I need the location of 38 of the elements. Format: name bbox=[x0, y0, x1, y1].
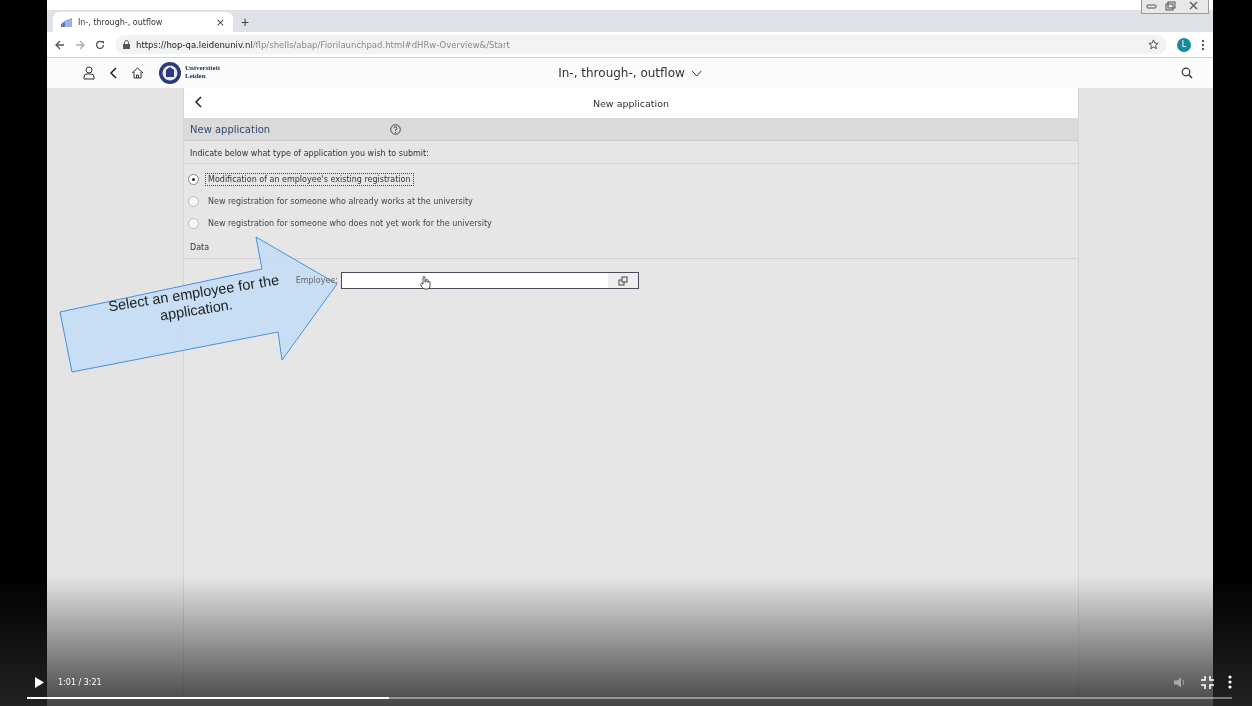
radio-option[interactable]: New registration for someone who does not yet work for the university bbox=[188, 212, 1078, 234]
new-tab-button[interactable]: + bbox=[241, 14, 250, 30]
search-icon[interactable] bbox=[1181, 67, 1193, 79]
radio-button[interactable] bbox=[188, 217, 199, 229]
radio-button[interactable] bbox=[188, 173, 199, 185]
section-title: New application bbox=[190, 123, 272, 135]
value-help-button[interactable] bbox=[608, 273, 638, 288]
tab-title: In-, through-, outflow bbox=[78, 17, 164, 27]
more-icon[interactable] bbox=[1201, 38, 1205, 51]
tab-close-button[interactable]: × bbox=[215, 15, 225, 29]
back-icon[interactable] bbox=[109, 67, 117, 79]
profile-avatar[interactable]: L bbox=[1177, 37, 1191, 52]
video-time: 1:01 / 3:21 bbox=[58, 677, 102, 687]
chevron-down-icon bbox=[690, 69, 702, 77]
app-title-menu[interactable]: In-, through-, outflow bbox=[552, 65, 708, 81]
home-icon[interactable] bbox=[131, 67, 144, 79]
radio-button[interactable] bbox=[188, 195, 199, 207]
volume-button[interactable] bbox=[1174, 676, 1187, 688]
reload-icon[interactable] bbox=[95, 39, 105, 50]
more-options-button[interactable] bbox=[1228, 675, 1232, 689]
radio-option[interactable]: New registration for someone who already works at the university bbox=[188, 190, 1078, 212]
page-icon bbox=[61, 17, 72, 27]
employee-input-field[interactable] bbox=[341, 272, 639, 289]
star-icon[interactable] bbox=[1148, 39, 1159, 50]
lock-icon bbox=[123, 40, 130, 49]
instruction-text: Indicate below what type of application you wish to submit: bbox=[184, 143, 1078, 164]
back-arrow-icon[interactable] bbox=[55, 39, 65, 50]
hand-cursor-icon bbox=[420, 276, 431, 290]
page-title: New application bbox=[592, 97, 670, 109]
browser-tab[interactable]: In-, through-, outflow × bbox=[53, 12, 233, 32]
university-seal-icon[interactable] bbox=[158, 61, 182, 85]
help-icon[interactable] bbox=[390, 123, 401, 135]
value-help-icon bbox=[618, 275, 628, 286]
callout-text: Select an employee for the application. bbox=[106, 270, 282, 326]
radio-option[interactable]: Modification of an employee's existing registration bbox=[188, 168, 1078, 190]
play-button[interactable] bbox=[35, 676, 44, 688]
exit-fullscreen-button[interactable] bbox=[1201, 675, 1214, 689]
user-icon[interactable] bbox=[83, 66, 95, 80]
